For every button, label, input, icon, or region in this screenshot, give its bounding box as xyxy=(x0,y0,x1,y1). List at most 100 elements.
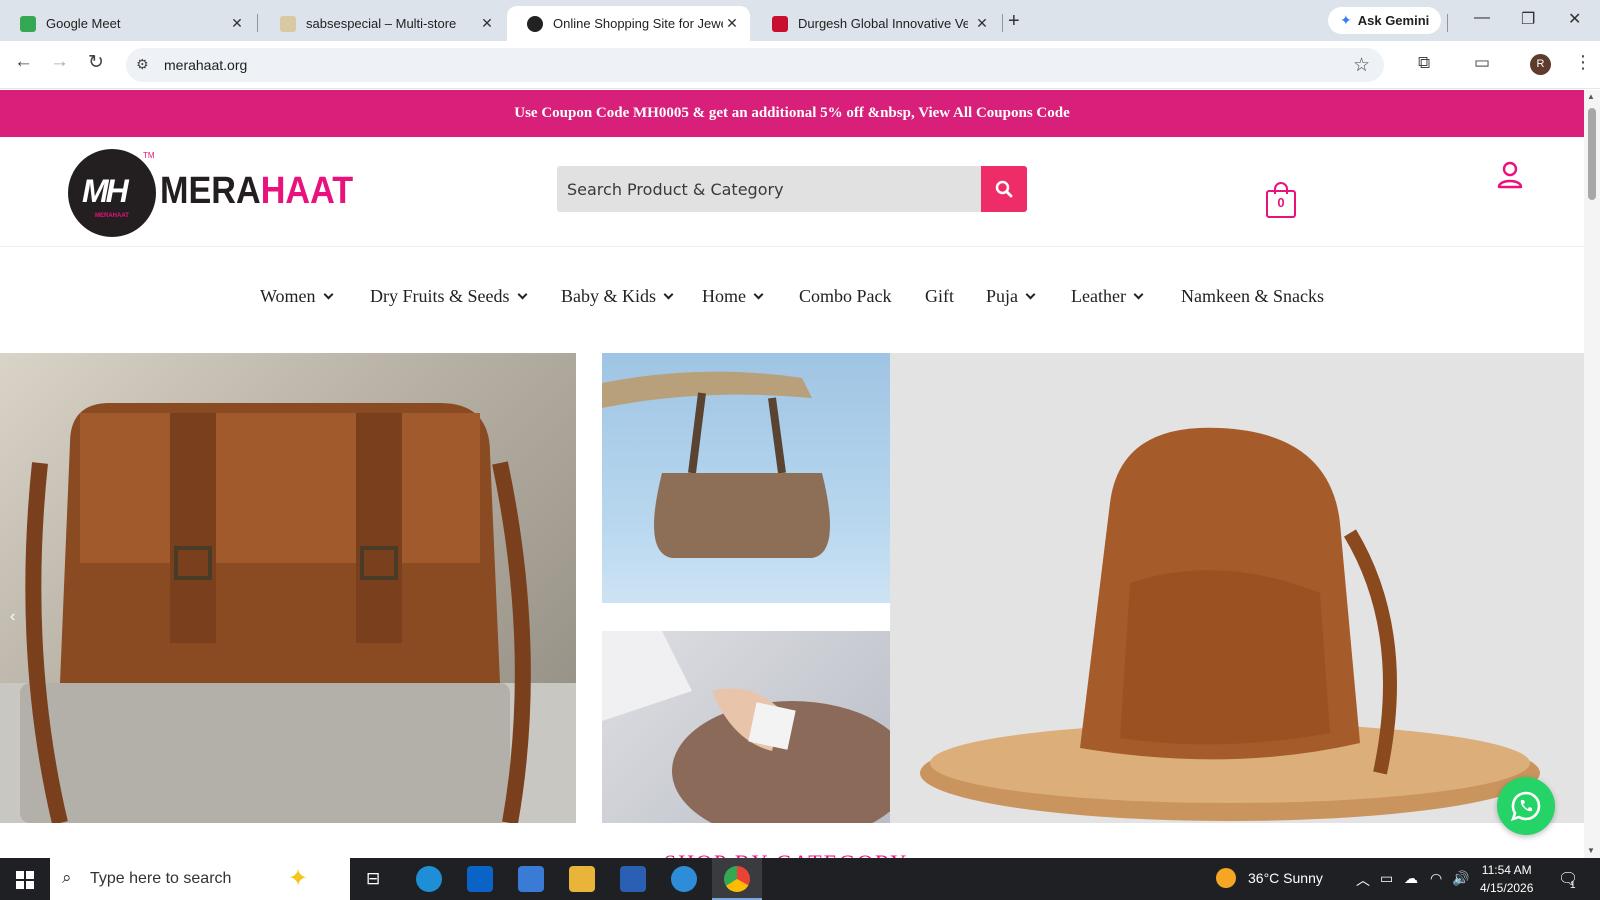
clock-time: 11:54 AM xyxy=(1481,863,1532,877)
tab-search-icon[interactable]: ▭ xyxy=(1474,53,1490,73)
nav-item-combo-pack[interactable]: Combo Pack xyxy=(799,286,892,307)
chrome-taskbar-button[interactable] xyxy=(712,858,762,900)
chevron-down-icon xyxy=(753,289,764,300)
nav-item-women[interactable]: Women xyxy=(260,286,333,307)
close-icon[interactable]: ✕ xyxy=(724,15,740,32)
window-close-icon[interactable]: ✕ xyxy=(1568,9,1581,29)
shop-by-category-heading: SHOP BY CATEGORY xyxy=(0,850,1584,858)
tab-separator xyxy=(257,14,258,32)
taskbar-search-box[interactable]: ⌕ Type here to search ✦ xyxy=(50,858,350,900)
nav-item-puja[interactable]: Puja xyxy=(986,286,1036,307)
gemini-sparkle-icon: ✦ xyxy=(1340,12,1352,28)
chevron-down-icon xyxy=(323,289,333,300)
restore-icon[interactable]: ❐ xyxy=(1521,9,1535,29)
nav-item-dry-fruits[interactable]: Dry Fruits & Seeds xyxy=(370,286,527,307)
internet-explorer-icon[interactable] xyxy=(671,866,697,892)
new-tab-button[interactable]: + xyxy=(1008,10,1020,33)
microsoft-store-icon[interactable] xyxy=(518,866,544,892)
nav-item-home[interactable]: Home xyxy=(702,286,764,307)
ask-gemini-label: Ask Gemini xyxy=(1357,13,1430,28)
search-button[interactable] xyxy=(981,166,1027,212)
close-icon[interactable]: ✕ xyxy=(974,15,990,32)
weather-sun-icon xyxy=(1216,868,1236,888)
minimize-icon[interactable]: — xyxy=(1474,9,1490,27)
address-bar[interactable]: ⚙ merahaat.org ☆ xyxy=(126,48,1384,82)
windows-start-icon[interactable] xyxy=(16,871,34,894)
taskbar-clock[interactable]: 11:54 AM 4/15/2026 xyxy=(1480,861,1533,897)
messenger-bag-image: ‹ xyxy=(0,353,576,823)
browser-tab-strip: Google Meet ✕ sabsespecial – Multi-store… xyxy=(0,0,1600,41)
forward-arrow-icon[interactable]: → xyxy=(50,51,69,73)
search-input[interactable] xyxy=(557,166,981,212)
volume-icon[interactable]: 🔊 xyxy=(1452,870,1469,887)
extensions-icon[interactable]: ⧉ xyxy=(1418,53,1430,73)
notification-count: 1 xyxy=(1570,880,1576,891)
ask-gemini-button[interactable]: ✦ Ask Gemini xyxy=(1328,7,1442,34)
edge-icon[interactable] xyxy=(416,866,442,892)
nav-label: Baby & Kids xyxy=(561,286,657,306)
word-icon[interactable] xyxy=(620,866,646,892)
task-view-icon[interactable]: ⊟ xyxy=(366,869,380,889)
section-heading: SHOP BY CATEGORY xyxy=(664,850,908,858)
logo-mark: MH xyxy=(82,173,129,209)
store-icon xyxy=(280,15,296,32)
file-explorer-icon[interactable] xyxy=(569,866,595,892)
browser-toolbar: ← → ↻ ⚙ merahaat.org ☆ ⧉ ▭ R ⋮ xyxy=(0,41,1600,89)
tab-merahaat[interactable]: Online Shopping Site for Jewell ✕ xyxy=(507,6,750,41)
chrome-icon xyxy=(724,866,750,892)
back-arrow-icon[interactable]: ← xyxy=(14,51,33,73)
gmail-icon xyxy=(772,15,788,32)
profile-avatar[interactable]: R xyxy=(1530,54,1551,75)
more-menu-icon[interactable]: ⋮ xyxy=(1574,52,1592,73)
scroll-up-icon[interactable]: ▲ xyxy=(1587,92,1595,101)
tab-separator xyxy=(1002,14,1003,32)
account-button[interactable] xyxy=(1497,161,1523,194)
chevron-down-icon xyxy=(663,289,674,300)
trademark-symbol: TM xyxy=(143,151,155,160)
nav-label: Leather xyxy=(1071,286,1126,306)
bookmark-star-icon[interactable]: ☆ xyxy=(1353,54,1370,77)
nav-item-gift[interactable]: Gift xyxy=(925,286,954,307)
nav-item-namkeen-snacks[interactable]: Namkeen & Snacks xyxy=(1181,286,1324,307)
hero-slider[interactable]: ‹ xyxy=(0,353,1584,823)
logo-word-mera: MERA xyxy=(160,170,261,212)
chevron-up-icon[interactable]: ︿ xyxy=(1356,870,1370,890)
outlook-icon[interactable] xyxy=(467,866,493,892)
user-icon xyxy=(1497,161,1523,189)
copilot-sparkle-icon: ✦ xyxy=(288,865,309,892)
whatsapp-chat-button[interactable] xyxy=(1497,777,1555,835)
close-icon[interactable]: ✕ xyxy=(229,15,245,32)
close-icon[interactable]: ✕ xyxy=(479,15,495,32)
merahaat-favicon-icon xyxy=(527,15,543,32)
main-navigation: Women Dry Fruits & Seeds Baby & Kids Hom… xyxy=(0,248,1584,353)
scrollbar-thumb[interactable] xyxy=(1588,108,1596,200)
coupon-banner[interactable]: Use Coupon Code MH0005 & get an addition… xyxy=(0,90,1584,137)
page-scrollbar[interactable]: ▲ ▼ xyxy=(1584,90,1600,858)
logo-emblem: MH MERAHAAT xyxy=(68,149,156,237)
cart-button[interactable]: 0 xyxy=(1266,182,1296,218)
site-settings-icon[interactable]: ⚙ xyxy=(136,56,149,73)
chevron-down-icon xyxy=(1025,289,1036,300)
leather-cleaning-image xyxy=(602,631,890,823)
nav-label: Combo Pack xyxy=(799,286,892,306)
tab-sabsespecial[interactable]: sabsespecial – Multi-store ✕ xyxy=(260,6,505,41)
url-text[interactable]: merahaat.org xyxy=(164,57,247,73)
logo-wordmark: MERAHAAT xyxy=(160,170,353,213)
google-meet-icon xyxy=(20,15,36,32)
wifi-icon[interactable]: ◠ xyxy=(1430,870,1442,887)
cart-count: 0 xyxy=(1277,195,1285,210)
slider-prev-arrow[interactable]: ‹ xyxy=(10,608,15,626)
nav-item-leather[interactable]: Leather xyxy=(1071,286,1144,307)
tab-durgesh[interactable]: Durgesh Global Innovative Vent ✕ xyxy=(752,6,1000,41)
tab-label: Online Shopping Site for Jewell xyxy=(553,16,723,31)
tab-google-meet[interactable]: Google Meet ✕ xyxy=(0,6,255,41)
scroll-down-icon[interactable]: ▼ xyxy=(1587,846,1595,855)
nav-label: Women xyxy=(260,286,316,306)
reload-icon[interactable]: ↻ xyxy=(88,51,104,74)
onedrive-cloud-icon[interactable]: ☁ xyxy=(1404,870,1418,887)
nav-item-baby-kids[interactable]: Baby & Kids xyxy=(561,286,674,307)
logo-mark-sub: MERAHAAT xyxy=(95,213,129,219)
windows-taskbar: ⌕ Type here to search ✦ ⊟ 36°C Sunny ︿ ▭… xyxy=(0,858,1600,900)
weather-text[interactable]: 36°C Sunny xyxy=(1248,870,1323,886)
battery-icon[interactable]: ▭ xyxy=(1380,870,1393,887)
